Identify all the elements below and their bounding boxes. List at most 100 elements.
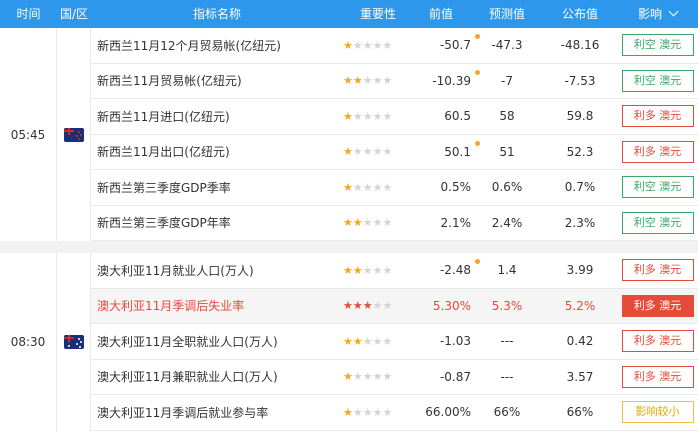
group-separator <box>0 241 698 253</box>
actual-value: 0.42 <box>566 334 594 349</box>
impact-cell: 利多 澳元 <box>617 289 698 324</box>
event-group: 08:30 澳大利亚11月就业人口(万人) ★ ★ ★ ★ ★ -2.48 1.4 3.99 利多 … <box>0 253 698 431</box>
star-icon: ★ <box>352 299 363 313</box>
importance-stars: ★ ★ ★ ★ ★ <box>343 360 413 395</box>
forecast-value: 0.6% <box>491 180 523 195</box>
star-icon: ★ <box>382 74 393 88</box>
actual-value: 2.3% <box>564 215 596 230</box>
previous-value: -10.39 <box>432 73 471 88</box>
indicator-name[interactable]: 新西兰11月进口(亿纽元) <box>97 99 337 134</box>
table-header: 时间 国/区 指标名称 重要性 前值 预测值 公布值 影响 <box>0 0 698 28</box>
event-group: 05:45 新西兰11月12个月贸易帐(亿纽元) ★ ★ ★ ★ ★ -50.7 -47.3 -4… <box>0 28 698 241</box>
previous-value: 2.1% <box>440 215 472 230</box>
star-icon: ★ <box>382 405 393 419</box>
actual-value: 3.99 <box>566 263 594 278</box>
indicator-name[interactable]: 澳大利亚11月就业人口(万人) <box>97 253 337 288</box>
star-icon: ★ <box>372 263 383 277</box>
impact-badge[interactable]: 利多 澳元 <box>621 330 694 353</box>
table-row[interactable]: 新西兰11月出口(亿纽元) ★ ★ ★ ★ ★ 50.1 51 52.3 利多 澳元 <box>91 135 698 170</box>
importance-stars: ★ ★ ★ ★ ★ <box>343 28 413 63</box>
table-row[interactable]: 新西兰11月进口(亿纽元) ★ ★ ★ ★ ★ 60.5 58 59.8 利多 澳元 <box>91 99 698 135</box>
impact-cell: 利空 澳元 <box>617 28 698 63</box>
indicator-name[interactable]: 澳大利亚11月季调后就业参与率 <box>97 395 337 430</box>
header-impact-dropdown[interactable]: 影响 <box>617 0 698 28</box>
indicator-name[interactable]: 新西兰第三季度GDP年率 <box>97 206 337 241</box>
star-icon: ★ <box>362 74 373 88</box>
indicator-name[interactable]: 澳大利亚11月全职就业人口(万人) <box>97 324 337 359</box>
impact-badge[interactable]: 影响较小 <box>621 401 694 424</box>
importance-stars: ★ ★ ★ ★ ★ <box>343 170 413 205</box>
table-row[interactable]: 新西兰第三季度GDP季率 ★ ★ ★ ★ ★ 0.5% 0.6% 0.7% 利空 澳元 <box>91 170 698 206</box>
star-icon: ★ <box>352 180 363 194</box>
importance-stars: ★ ★ ★ ★ ★ <box>343 135 413 170</box>
actual-value: 59.8 <box>566 109 594 124</box>
indicator-name[interactable]: 新西兰11月出口(亿纽元) <box>97 135 337 170</box>
impact-badge[interactable]: 利空 澳元 <box>621 211 694 234</box>
actual-value: 5.2% <box>564 298 596 313</box>
indicator-name[interactable]: 澳大利亚11月兼职就业人口(万人) <box>97 360 337 395</box>
actual-value: 52.3 <box>566 144 594 159</box>
impact-badge[interactable]: 利多 澳元 <box>621 259 694 282</box>
star-icon: ★ <box>352 263 363 277</box>
star-icon: ★ <box>343 334 353 348</box>
star-icon: ★ <box>362 180 373 194</box>
table-row[interactable]: 澳大利亚11月兼职就业人口(万人) ★ ★ ★ ★ ★ -0.87 --- 3.57 利多 澳元 <box>91 360 698 395</box>
event-time: 08:30 <box>0 253 57 431</box>
header-time: 时间 <box>16 7 41 21</box>
table-row[interactable]: 澳大利亚11月季调后失业率 ★ ★ ★ ★ ★ 5.30% 5.3% 5.2% 利多 澳元 <box>91 288 698 324</box>
impact-badge[interactable]: 利空 澳元 <box>621 176 694 199</box>
star-icon: ★ <box>343 74 353 88</box>
forecast-value: 5.3% <box>491 298 523 313</box>
previous-value: -1.03 <box>439 334 471 349</box>
impact-badge[interactable]: 利多 澳元 <box>621 105 694 128</box>
star-icon: ★ <box>372 180 383 194</box>
star-icon: ★ <box>343 180 353 194</box>
table-row[interactable]: 新西兰11月贸易帐(亿纽元) ★ ★ ★ ★ ★ -10.39 -7 -7.53 利空 澳元 <box>91 64 698 99</box>
new-zealand-flag-icon <box>63 127 84 142</box>
table-row[interactable]: 澳大利亚11月季调后就业参与率 ★ ★ ★ ★ ★ 66.00% 66% 66% 影响较小 <box>91 395 698 431</box>
star-icon: ★ <box>343 145 353 159</box>
indicator-name[interactable]: 新西兰11月贸易帐(亿纽元) <box>97 64 337 99</box>
impact-cell: 利空 澳元 <box>617 64 698 99</box>
star-icon: ★ <box>382 370 393 384</box>
star-icon: ★ <box>372 38 383 52</box>
forecast-value: --- <box>500 369 514 384</box>
table-row[interactable]: 新西兰第三季度GDP年率 ★ ★ ★ ★ ★ 2.1% 2.4% 2.3% 利空 澳元 <box>91 206 698 241</box>
star-icon: ★ <box>372 334 383 348</box>
previous-value: 66.00% <box>425 405 471 420</box>
forecast-value: 58 <box>499 109 515 124</box>
previous-value: -0.87 <box>439 369 471 384</box>
impact-cell: 利多 澳元 <box>617 253 698 288</box>
star-icon: ★ <box>372 216 383 230</box>
star-icon: ★ <box>382 216 393 230</box>
star-icon: ★ <box>372 405 383 419</box>
header-impact: 影响 <box>637 7 662 21</box>
impact-badge[interactable]: 利多 澳元 <box>621 294 694 317</box>
star-icon: ★ <box>362 405 373 419</box>
star-icon: ★ <box>362 109 373 123</box>
star-icon: ★ <box>372 109 383 123</box>
indicator-name[interactable]: 澳大利亚11月季调后失业率 <box>97 289 337 324</box>
indicator-name[interactable]: 新西兰11月12个月贸易帐(亿纽元) <box>97 28 337 63</box>
table-row[interactable]: 新西兰11月12个月贸易帐(亿纽元) ★ ★ ★ ★ ★ -50.7 -47.3 -48.16 利… <box>91 28 698 64</box>
table-row[interactable]: 澳大利亚11月就业人口(万人) ★ ★ ★ ★ ★ -2.48 1.4 3.99 利多 澳元 <box>91 253 698 289</box>
star-icon: ★ <box>362 145 373 159</box>
australia-flag-icon <box>63 334 84 349</box>
impact-badge[interactable]: 利多 澳元 <box>621 365 694 388</box>
importance-stars: ★ ★ ★ ★ ★ <box>343 395 413 430</box>
star-icon: ★ <box>382 334 393 348</box>
star-icon: ★ <box>343 370 353 384</box>
header-region: 国/区 <box>59 7 89 21</box>
forecast-value: -7 <box>501 73 513 88</box>
impact-cell: 利多 澳元 <box>617 135 698 170</box>
impact-badge[interactable]: 利多 澳元 <box>621 140 694 163</box>
impact-badge[interactable]: 利空 澳元 <box>621 69 694 92</box>
indicator-name[interactable]: 新西兰第三季度GDP季率 <box>97 170 337 205</box>
star-icon: ★ <box>382 38 393 52</box>
impact-badge[interactable]: 利空 澳元 <box>621 34 694 57</box>
importance-stars: ★ ★ ★ ★ ★ <box>343 99 413 134</box>
forecast-value: 2.4% <box>491 215 523 230</box>
table-row[interactable]: 澳大利亚11月全职就业人口(万人) ★ ★ ★ ★ ★ -1.03 --- 0.42 利多 澳元 <box>91 324 698 360</box>
previous-value: -50.7 <box>439 38 471 53</box>
header-forecast: 预测值 <box>488 7 525 21</box>
